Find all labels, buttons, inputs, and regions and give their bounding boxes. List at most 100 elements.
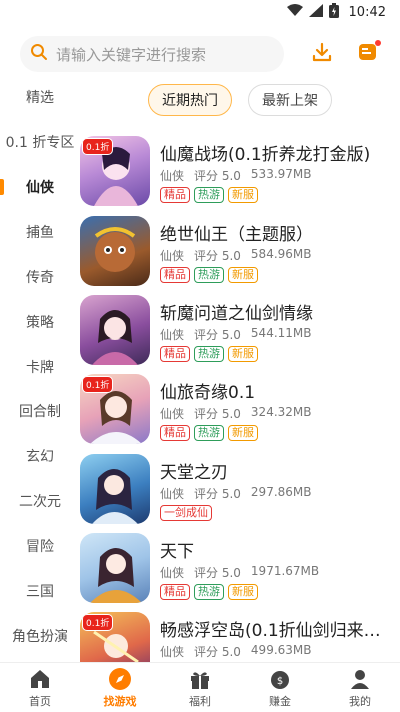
game-size: 297.86MB bbox=[250, 485, 312, 499]
nav-mine-label: 我的 bbox=[349, 694, 371, 708]
nav-earn[interactable]: $ 赚金 bbox=[240, 663, 320, 712]
tag-jingpin: 精品 bbox=[160, 346, 190, 362]
nav-mine[interactable]: 我的 bbox=[320, 663, 400, 712]
tag-xinfu: 新服 bbox=[228, 267, 258, 283]
game-size: 324.32MB bbox=[250, 405, 312, 419]
category-sidebar: 精选 0.1 折专区 仙侠 捕鱼 传奇 策略 卡牌 回合制 玄幻 二次元 冒险 … bbox=[0, 78, 80, 662]
sidebar-item-chuanqi[interactable]: 传奇 bbox=[0, 262, 80, 292]
user-icon bbox=[347, 667, 373, 691]
sidebar-item-celue[interactable]: 策略 bbox=[0, 307, 80, 337]
game-item[interactable]: 0.1折 畅感浮空岛(0.1折仙剑归来送… 仙侠 评分 5.0 499.63MB bbox=[80, 612, 400, 662]
game-category: 仙侠 bbox=[160, 407, 185, 421]
tab-recent-hot[interactable]: 近期热门 bbox=[148, 84, 232, 116]
svg-text:$: $ bbox=[277, 676, 283, 687]
notification-dot bbox=[375, 40, 381, 46]
game-title: 仙旅奇缘0.1 bbox=[160, 383, 256, 403]
game-title: 绝世仙王（主题服） bbox=[160, 225, 313, 245]
nav-home[interactable]: 首页 bbox=[0, 663, 80, 712]
nav-welfare-label: 福利 bbox=[189, 694, 211, 708]
game-tags: 一剑成仙 bbox=[160, 505, 212, 521]
tab-newest[interactable]: 最新上架 bbox=[248, 84, 332, 116]
game-title: 斩魔问道之仙剑情缘 bbox=[160, 304, 313, 324]
tag-reyou: 热游 bbox=[194, 425, 224, 441]
discount-badge: 0.1折 bbox=[82, 138, 114, 155]
game-item[interactable]: 绝世仙王（主题服） 仙侠 评分 5.0 584.96MB 精品 热游 新服 bbox=[80, 216, 400, 296]
search-icon bbox=[30, 43, 48, 65]
game-icon-image bbox=[80, 295, 150, 365]
game-title: 天下 bbox=[160, 542, 194, 562]
battery-icon bbox=[328, 2, 339, 22]
game-item[interactable]: 天堂之刃 仙侠 评分 5.0 297.86MB 一剑成仙 bbox=[80, 454, 400, 534]
discount-badge: 0.1折 bbox=[82, 376, 114, 393]
discount-badge: 0.1折 bbox=[82, 614, 114, 631]
game-tags: 精品 热游 新服 bbox=[160, 346, 258, 362]
sidebar-item-huihezhi[interactable]: 回合制 bbox=[0, 396, 80, 426]
game-rating: 评分 5.0 bbox=[194, 169, 241, 183]
game-category: 仙侠 bbox=[160, 249, 185, 263]
game-meta: 仙侠 评分 5.0 297.86MB bbox=[160, 485, 312, 502]
game-tags: 精品 热游 新服 bbox=[160, 267, 258, 283]
game-rating: 评分 5.0 bbox=[194, 249, 241, 263]
nav-home-label: 首页 bbox=[29, 694, 51, 708]
game-tags: 精品 热游 新服 bbox=[160, 187, 258, 203]
game-category: 仙侠 bbox=[160, 169, 185, 183]
bottom-nav: 首页 找游戏 福利 $ 赚金 我的 bbox=[0, 662, 400, 712]
sidebar-item-jingxuan[interactable]: 精选 bbox=[0, 82, 80, 112]
sidebar-item-juesebanyan[interactable]: 角色扮演 bbox=[0, 621, 80, 651]
clock: 10:42 bbox=[348, 4, 386, 20]
game-category: 仙侠 bbox=[160, 566, 185, 580]
search-row: 请输入关键字进行搜索 bbox=[20, 36, 386, 72]
sidebar-item-erciyuan[interactable]: 二次元 bbox=[0, 486, 80, 516]
tag-reyou: 热游 bbox=[194, 187, 224, 203]
nav-find-games-label: 找游戏 bbox=[103, 694, 137, 708]
compass-icon bbox=[107, 667, 133, 691]
tag-xinfu: 新服 bbox=[228, 187, 258, 203]
game-icon-image: 0.1折 bbox=[80, 374, 150, 444]
sidebar-item-sanguo[interactable]: 三国 bbox=[0, 576, 80, 606]
game-icon-image: 0.1折 bbox=[80, 612, 150, 662]
game-icon-image bbox=[80, 216, 150, 286]
game-category: 仙侠 bbox=[160, 328, 185, 342]
game-icon-image bbox=[80, 454, 150, 524]
sidebar-item-xianxia[interactable]: 仙侠 bbox=[0, 172, 80, 202]
sidebar-item-buyu[interactable]: 捕鱼 bbox=[0, 217, 80, 247]
game-item[interactable]: 天下 仙侠 评分 5.0 1971.67MB 精品 热游 新服 bbox=[80, 533, 400, 613]
tag-jingpin: 精品 bbox=[160, 187, 190, 203]
game-meta: 仙侠 评分 5.0 544.11MB bbox=[160, 326, 312, 343]
sidebar-item-maoxian[interactable]: 冒险 bbox=[0, 531, 80, 561]
tag-reyou: 热游 bbox=[194, 346, 224, 362]
tag-reyou: 热游 bbox=[194, 584, 224, 600]
game-size: 584.96MB bbox=[250, 247, 312, 261]
nav-welfare[interactable]: 福利 bbox=[160, 663, 240, 712]
game-title: 畅感浮空岛(0.1折仙剑归来送… bbox=[160, 621, 394, 641]
game-size: 1971.67MB bbox=[250, 564, 320, 578]
game-category: 仙侠 bbox=[160, 645, 185, 659]
message-button[interactable] bbox=[354, 40, 382, 68]
game-meta: 仙侠 评分 5.0 584.96MB bbox=[160, 247, 312, 264]
game-item[interactable]: 0.1折 仙魔战场(0.1折养龙打金版) 仙侠 评分 5.0 533.97MB … bbox=[80, 136, 400, 216]
game-icon-image bbox=[80, 533, 150, 603]
search-input[interactable]: 请输入关键字进行搜索 bbox=[20, 36, 284, 72]
sidebar-item-kapai[interactable]: 卡牌 bbox=[0, 352, 80, 382]
game-rating: 评分 5.0 bbox=[194, 328, 241, 342]
game-meta: 仙侠 评分 5.0 533.97MB bbox=[160, 167, 312, 184]
sidebar-item-zhekou[interactable]: 0.1 折专区 bbox=[0, 127, 80, 157]
game-tags: 精品 热游 新服 bbox=[160, 584, 258, 600]
game-size: 499.63MB bbox=[250, 643, 312, 657]
tag-jingpin: 精品 bbox=[160, 425, 190, 441]
tag-jingpin: 精品 bbox=[160, 267, 190, 283]
nav-earn-label: 赚金 bbox=[269, 694, 291, 708]
game-icon-image: 0.1折 bbox=[80, 136, 150, 206]
sidebar-item-xuanhuan[interactable]: 玄幻 bbox=[0, 441, 80, 471]
game-tags: 精品 热游 新服 bbox=[160, 425, 258, 441]
game-category: 仙侠 bbox=[160, 487, 185, 501]
game-item[interactable]: 斩魔问道之仙剑情缘 仙侠 评分 5.0 544.11MB 精品 热游 新服 bbox=[80, 295, 400, 375]
game-title: 仙魔战场(0.1折养龙打金版) bbox=[160, 145, 371, 165]
game-item[interactable]: 0.1折 仙旅奇缘0.1 仙侠 评分 5.0 324.32MB 精品 热游 新服 bbox=[80, 374, 400, 454]
game-rating: 评分 5.0 bbox=[194, 566, 241, 580]
nav-find-games[interactable]: 找游戏 bbox=[80, 663, 160, 712]
gift-icon bbox=[187, 667, 213, 691]
game-rating: 评分 5.0 bbox=[194, 487, 241, 501]
download-button[interactable] bbox=[308, 40, 336, 68]
search-placeholder: 请输入关键字进行搜索 bbox=[56, 45, 207, 64]
